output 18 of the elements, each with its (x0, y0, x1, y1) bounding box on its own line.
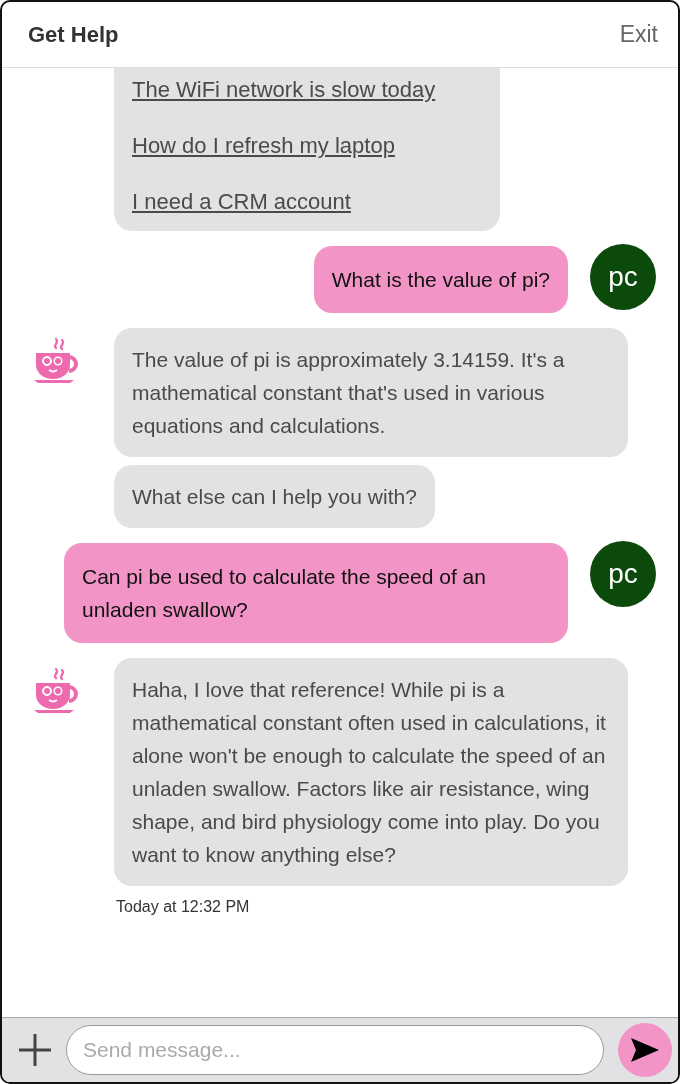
user-avatar: pc (590, 541, 656, 607)
timestamp: Today at 12:32 PM (116, 898, 251, 916)
suggestion-link[interactable]: How do I refresh my laptop (132, 129, 482, 162)
user-avatar: pc (590, 244, 656, 310)
add-button[interactable] (18, 1033, 52, 1067)
bot-message: The value of pi is approximately 3.14159. It's a mathematical constant that's used in various equations and calculations. (114, 328, 628, 457)
message-input[interactable]: Send message... (66, 1025, 604, 1075)
suggestion-link[interactable]: The WiFi network is slow today (132, 73, 482, 106)
bot-message: Haha, I love that reference! While pi is a mathematical constant often used in calculations, it alone won't be enough to calculate the speed of an unladen swallow. Factors like air resistance, wing shape, and bird physiology come into play. Do you want to know anything else? (114, 658, 628, 886)
send-button[interactable] (618, 1023, 672, 1077)
suggestion-link[interactable]: I need a CRM account (132, 185, 482, 218)
exit-button[interactable]: Exit (619, 21, 658, 48)
bot-message: What else can I help you with? (114, 465, 435, 528)
window-title: Get Help (28, 21, 119, 48)
user-message: What is the value of pi? (313, 246, 568, 313)
send-arrow-icon (630, 1037, 660, 1063)
plus-icon (18, 1033, 52, 1067)
user-message: Can pi be used to calculate the speed of an unladen swallow? (64, 543, 568, 643)
